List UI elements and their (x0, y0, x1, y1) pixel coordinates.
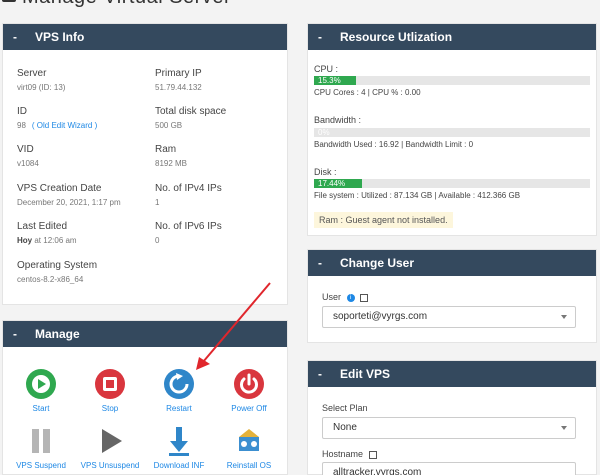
stop-icon (94, 368, 126, 400)
ipv4-info: No. of IPv4 IPs 1 (155, 183, 222, 207)
os-info: Operating System centos-8.2-x86_64 (17, 260, 98, 284)
user-select[interactable]: soporteti@vyrgs.com (322, 306, 576, 328)
chevron-down-icon (561, 315, 567, 319)
bandwidth-progress-bar: 0% (314, 128, 590, 137)
play-icon (25, 368, 57, 400)
plan-select[interactable]: None (322, 417, 576, 439)
select-plan-label: Select Plan (322, 403, 368, 413)
download-inf-action[interactable]: Download INF (144, 425, 214, 470)
chevron-down-icon (561, 426, 567, 430)
ram-note: Ram : Guest agent not installed. (314, 212, 453, 228)
hostname-input[interactable]: alltracker.vyrgs.com (322, 462, 576, 475)
disk-progress-bar: 17.44% (314, 179, 590, 188)
stop-action[interactable]: Stop (75, 368, 145, 413)
power-icon (233, 368, 265, 400)
manage-panel: - Manage Start Stop Restart Power Off VPS… (2, 320, 288, 475)
ram-info: Ram 8192 MB (155, 144, 188, 168)
last-edited-info: Last Edited Hoy at 12:06 am (17, 221, 77, 245)
user-field-label: User i (322, 292, 369, 302)
restart-action[interactable]: Restart (144, 368, 214, 413)
info-icon: i (346, 293, 355, 302)
id-info: ID 98( Old Edit Wizard ) (17, 106, 98, 130)
cpu-progress-bar: 15.3% (314, 76, 590, 85)
page-title: Manage Virtual Server (22, 0, 231, 9)
edit-icon[interactable] (368, 450, 377, 459)
page-header: Manage Virtual Server (0, 0, 600, 10)
disk-details: File system : Utilized : 87.134 GB | Ava… (314, 191, 521, 200)
cpu-bar-fill: 15.3% (314, 76, 357, 85)
change-user-panel: - Change User User i soporteti@vyrgs.com (307, 249, 597, 343)
primary-ip-info: Primary IP 51.79.44.132 (155, 68, 202, 92)
manage-header: - Manage (3, 321, 287, 347)
bandwidth-details: Bandwidth Used : 16.92 | Bandwidth Limit… (314, 140, 474, 149)
power-off-action[interactable]: Power Off (214, 368, 284, 413)
change-user-header: - Change User (308, 250, 596, 276)
download-icon (163, 425, 195, 457)
edit-vps-header: - Edit VPS (308, 361, 596, 387)
resource-header: - Resource Utlization (308, 24, 596, 50)
bandwidth-label: Bandwidth : (314, 115, 362, 125)
disk-label: Disk : (314, 167, 337, 177)
vps-info-header: - VPS Info (3, 24, 287, 50)
resource-panel: - Resource Utlization CPU : 15.3% CPU Cor… (307, 23, 597, 236)
vps-info-panel: - VPS Info Server virt09 (ID: 13) Primary… (2, 23, 288, 305)
disk-bar-fill: 17.44% (314, 179, 363, 188)
reinstall-icon (233, 425, 265, 457)
server-icon (2, 0, 16, 2)
external-link-icon[interactable] (360, 293, 369, 302)
start-action[interactable]: Start (6, 368, 76, 413)
pause-icon (25, 425, 57, 457)
vps-unsuspend-action[interactable]: VPS Unsuspend (75, 425, 145, 470)
vid-info: VID v1084 (17, 144, 39, 168)
hostname-label: Hostname (322, 449, 377, 459)
restart-icon (163, 368, 195, 400)
old-edit-wizard-link[interactable]: ( Old Edit Wizard ) (32, 121, 97, 130)
edit-vps-panel: - Edit VPS Select Plan None Hostname allt… (307, 360, 597, 475)
play-triangle-icon (94, 425, 126, 457)
vps-suspend-action[interactable]: VPS Suspend (6, 425, 76, 470)
ipv6-info: No. of IPv6 IPs 0 (155, 221, 222, 245)
cpu-label: CPU : (314, 64, 339, 74)
disk-info: Total disk space 500 GB (155, 106, 227, 130)
server-info: Server virt09 (ID: 13) (17, 68, 66, 92)
bandwidth-bar-fill: 0% (318, 128, 330, 137)
reinstall-os-action[interactable]: Reinstall OS (214, 425, 284, 470)
creation-date-info: VPS Creation Date December 20, 2021, 1:1… (17, 183, 121, 207)
cpu-details: CPU Cores : 4 | CPU % : 0.00 (314, 88, 421, 97)
